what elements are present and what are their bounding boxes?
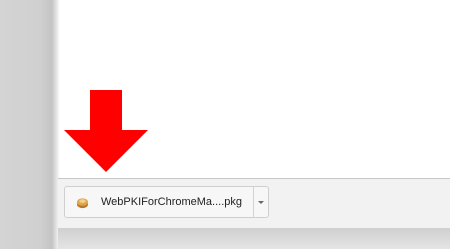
shelf-bottom-edge [58, 228, 450, 249]
download-menu-button[interactable] [253, 187, 268, 217]
download-file-name: WebPKIForChromeMa....pkg [101, 196, 243, 208]
arrow-down-icon [64, 90, 148, 172]
window-edge-shadow [0, 0, 60, 249]
package-icon [76, 197, 89, 208]
browser-window: WebPKIForChromeMa....pkg [0, 0, 450, 249]
download-item[interactable]: WebPKIForChromeMa....pkg [64, 186, 269, 218]
chevron-down-icon [258, 200, 264, 204]
